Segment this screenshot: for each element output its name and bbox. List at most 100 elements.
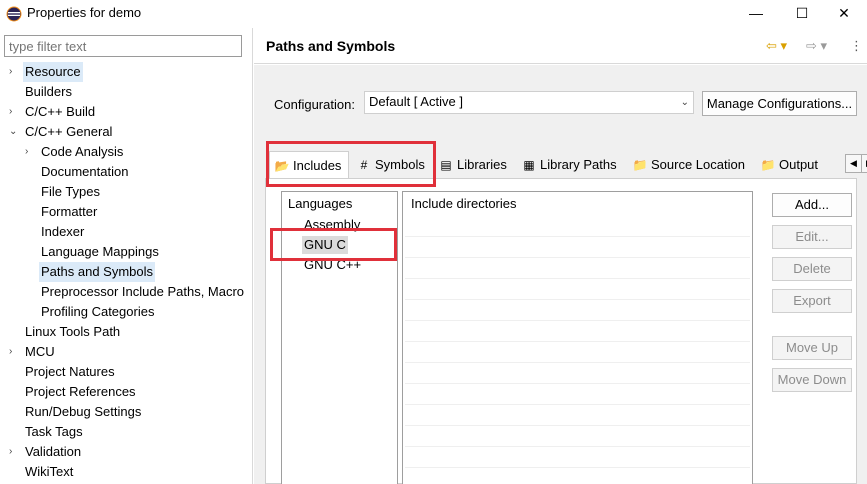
tree-item-indexer[interactable]: Indexer <box>39 222 86 242</box>
tree-item-validation[interactable]: › Validation <box>9 442 83 462</box>
include-directories-list[interactable]: Include directories <box>402 191 753 484</box>
tree-item-paths-and-symbols[interactable]: Paths and Symbols <box>39 262 156 282</box>
tab-label: Library Paths <box>540 157 617 172</box>
tree-item-label: Indexer <box>41 224 85 239</box>
page-title: Paths and Symbols <box>266 38 396 54</box>
tree-item-label: MCU <box>25 344 55 359</box>
export-button[interactable]: Export <box>772 289 852 313</box>
tree-item-label: Preprocessor Include Paths, Macro <box>41 284 245 299</box>
chevron-right-icon[interactable]: › <box>9 442 19 462</box>
eclipse-app-icon <box>6 6 22 22</box>
tree-item-label: Linux Tools Path <box>25 324 121 339</box>
annotation-box-gnu-c <box>270 228 397 261</box>
tree-item-label: C/C++ Build <box>25 104 96 119</box>
tree-item-formatter[interactable]: Formatter <box>39 202 99 222</box>
tree-item-linux-tools-path[interactable]: Linux Tools Path <box>23 322 122 342</box>
chevron-right-icon[interactable]: › <box>9 62 19 82</box>
tree-item-project-natures[interactable]: Project Natures <box>23 362 117 382</box>
tree-item-label: Documentation <box>41 164 129 179</box>
close-icon: ✕ <box>838 4 850 21</box>
manage-configurations-button[interactable]: Manage Configurations... <box>702 91 857 116</box>
move-up-button[interactable]: Move Up <box>772 336 852 360</box>
tree-item-label: Language Mappings <box>41 244 159 259</box>
tree-item-run-debug-settings[interactable]: Run/Debug Settings <box>23 402 143 422</box>
configuration-label: Configuration: <box>274 97 355 112</box>
delete-button[interactable]: Delete <box>772 257 852 281</box>
table-row[interactable] <box>405 216 750 237</box>
tab-label: Output <box>779 157 819 172</box>
tab-library-paths[interactable]: ▦ Library Paths <box>517 151 625 178</box>
title-bar: Properties for demo — ☐ ✕ <box>0 0 867 28</box>
include-directories-header: Include directories <box>411 196 517 211</box>
table-row[interactable] <box>405 279 750 300</box>
table-row[interactable] <box>405 237 750 258</box>
tree-item-label: Profiling Categories <box>41 304 155 319</box>
table-row[interactable] <box>405 342 750 363</box>
window-title: Properties for demo <box>27 5 142 20</box>
move-down-button[interactable]: Move Down <box>772 368 852 392</box>
tree-item-mcu[interactable]: › MCU <box>9 342 57 362</box>
table-row[interactable] <box>405 321 750 342</box>
table-row[interactable] <box>405 384 750 405</box>
tree-item-label: C/C++ General <box>25 124 113 139</box>
tree-item-label: Code Analysis <box>41 144 124 159</box>
tree-item-task-tags[interactable]: Task Tags <box>23 422 85 442</box>
tree-item-label: WikiText <box>25 464 74 479</box>
includes-tab-panel: Languages Assembly GNU C GNU C++ Include… <box>265 178 857 484</box>
back-button[interactable]: ⇦ ▾ <box>766 38 787 54</box>
tab-source-location[interactable]: 📁 Source Location <box>628 151 753 178</box>
chevron-right-icon[interactable]: › <box>9 342 19 362</box>
table-row[interactable] <box>405 405 750 426</box>
annotation-box-tabs <box>266 141 436 187</box>
tree-item-preprocessor-include-paths-macro[interactable]: Preprocessor Include Paths, Macro <box>39 282 246 302</box>
tree-item-c-c-build[interactable]: › C/C++ Build <box>9 102 97 122</box>
tab-libraries[interactable]: ▤ Libraries <box>434 151 516 178</box>
tree-item-label: File Types <box>41 184 101 199</box>
table-row[interactable] <box>405 426 750 447</box>
library-paths-icon: ▦ <box>523 158 535 172</box>
table-row[interactable] <box>405 258 750 279</box>
table-row[interactable] <box>405 447 750 468</box>
close-button[interactable]: ✕ <box>821 0 867 26</box>
table-row[interactable] <box>405 363 750 384</box>
tree-item-documentation[interactable]: Documentation <box>39 162 130 182</box>
right-pane: Paths and Symbols ⇦ ▾ ⇨ ▾ ⋮ Configuratio… <box>254 28 867 484</box>
filter-input[interactable] <box>4 35 242 57</box>
tab-scroll-left-button[interactable]: ◀ <box>845 154 862 173</box>
table-row[interactable] <box>405 468 750 484</box>
chevron-right-icon[interactable]: › <box>25 142 35 162</box>
tree-item-label: Resource <box>23 62 83 82</box>
tree-item-language-mappings[interactable]: Language Mappings <box>39 242 161 262</box>
chevron-down-icon[interactable]: ⌄ <box>9 122 19 142</box>
minimize-button[interactable]: — <box>733 0 779 26</box>
tree-item-project-references[interactable]: Project References <box>23 382 138 402</box>
tree-item-label: Run/Debug Settings <box>25 404 142 419</box>
libraries-icon: ▤ <box>440 158 452 172</box>
tab-output[interactable]: 📁 Output <box>756 151 828 178</box>
left-pane: ›ResourceBuilders›C/C++ Build⌄C/C++ Gene… <box>0 28 253 484</box>
tree-item-resource[interactable]: › Resource <box>9 62 83 82</box>
tree-item-file-types[interactable]: File Types <box>39 182 102 202</box>
tree-item-builders[interactable]: Builders <box>23 82 74 102</box>
folder-icon: 📁 <box>760 158 776 172</box>
tree-item-code-analysis[interactable]: › Code Analysis <box>25 142 125 162</box>
add-button[interactable]: Add... <box>772 193 852 217</box>
minimize-icon: — <box>749 5 763 21</box>
configuration-value: Default [ Active ] <box>369 94 463 109</box>
chevron-down-icon: ⌄ <box>680 97 689 108</box>
chevron-right-icon[interactable]: › <box>9 102 19 122</box>
folder-icon: 📁 <box>632 158 648 172</box>
table-row[interactable] <box>405 300 750 321</box>
maximize-button[interactable]: ☐ <box>779 0 825 26</box>
tab-label: Source Location <box>651 157 745 172</box>
tree-item-label: Builders <box>25 84 72 99</box>
tab-label: Libraries <box>457 157 507 172</box>
view-menu-icon[interactable]: ⋮ <box>850 38 863 54</box>
edit-button[interactable]: Edit... <box>772 225 852 249</box>
tree-item-wikitext[interactable]: WikiText <box>23 462 75 482</box>
tree-item-profiling-categories[interactable]: Profiling Categories <box>39 302 156 322</box>
tab-scroll-right-button[interactable]: ▶ <box>861 154 867 173</box>
forward-button[interactable]: ⇨ ▾ <box>806 38 827 54</box>
tree-item-c-c-general[interactable]: ⌄ C/C++ General <box>9 122 114 142</box>
configuration-select[interactable]: Default [ Active ] ⌄ <box>364 91 694 114</box>
